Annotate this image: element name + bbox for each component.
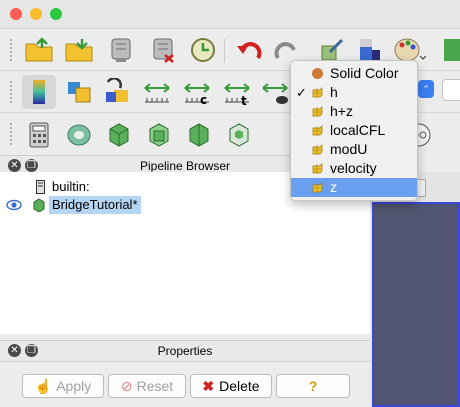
cell-data-icon bbox=[312, 182, 323, 193]
cell-data-icon bbox=[312, 106, 323, 117]
delete-label: Delete bbox=[219, 378, 260, 394]
menu-item-h[interactable]: ✓ h bbox=[291, 83, 417, 102]
menu-item-modu[interactable]: modU bbox=[291, 140, 417, 159]
cell-data-icon bbox=[312, 125, 323, 136]
menu-item-label: Solid Color bbox=[330, 65, 399, 81]
apply-label: Apply bbox=[56, 378, 92, 394]
save-data-icon[interactable] bbox=[62, 33, 96, 67]
reset-session-icon[interactable] bbox=[186, 33, 220, 67]
menu-item-h-plus-z[interactable]: h+z bbox=[291, 102, 417, 121]
menu-item-solid-color[interactable]: Solid Color bbox=[291, 64, 417, 83]
checkmark-icon: ✓ bbox=[296, 85, 307, 100]
render-viewport[interactable] bbox=[372, 202, 460, 407]
undo-icon[interactable] bbox=[232, 33, 266, 67]
coloring-dropdown-menu: Solid Color ✓ h h+z localCFL modU veloci… bbox=[290, 60, 418, 201]
green-action-icon[interactable] bbox=[432, 33, 460, 67]
menu-item-label: z bbox=[330, 179, 337, 195]
close-panel-icon[interactable]: ✕ bbox=[8, 159, 21, 172]
disconnect-icon[interactable] bbox=[146, 33, 180, 67]
representation-combo[interactable] bbox=[442, 79, 460, 101]
apply-hand-icon: ☝ bbox=[34, 378, 53, 394]
delete-button[interactable]: ✖ Delete bbox=[190, 374, 272, 398]
rescale-visible-range-icon[interactable] bbox=[258, 75, 292, 109]
window-titlebar bbox=[0, 0, 460, 28]
float-panel-icon[interactable]: ❐ bbox=[25, 344, 38, 357]
delete-x-icon: ✖ bbox=[202, 378, 215, 394]
menu-item-label: h+z bbox=[330, 103, 353, 119]
calculator-icon[interactable] bbox=[22, 118, 56, 152]
slice-icon[interactable] bbox=[142, 118, 176, 152]
toolbar-grip[interactable] bbox=[10, 39, 14, 61]
close-panel-icon[interactable]: ✕ bbox=[8, 344, 21, 357]
menu-item-label: localCFL bbox=[330, 122, 386, 138]
rescale-temporal-range-icon[interactable]: t bbox=[220, 75, 254, 109]
toggle-color-legend-icon[interactable] bbox=[22, 75, 56, 109]
menu-item-label: velocity bbox=[330, 160, 377, 176]
minimize-window-button[interactable] bbox=[30, 8, 42, 20]
reset-label: Reset bbox=[136, 378, 174, 394]
svg-text:c: c bbox=[200, 93, 207, 106]
menu-item-label: h bbox=[330, 84, 338, 100]
connect-icon[interactable] bbox=[104, 33, 138, 67]
pipeline-item-label: builtin: bbox=[52, 179, 90, 194]
choose-preset-icon[interactable] bbox=[100, 75, 134, 109]
zoom-window-button[interactable] bbox=[50, 8, 62, 20]
threshold-icon[interactable] bbox=[182, 118, 216, 152]
toolbar-grip[interactable] bbox=[10, 123, 14, 145]
reset-no-entry-icon: ⊘ bbox=[120, 378, 133, 394]
close-window-button[interactable] bbox=[10, 8, 22, 20]
visibility-eye-icon[interactable] bbox=[6, 198, 22, 215]
server-icon bbox=[36, 180, 45, 194]
properties-title: Properties bbox=[157, 344, 213, 358]
toolbar-separator bbox=[224, 39, 225, 63]
source-cube-icon bbox=[33, 198, 45, 212]
render-view-area bbox=[370, 172, 460, 407]
svg-text:t: t bbox=[241, 94, 247, 106]
properties-panel: ☝ Apply ⊘ Reset ✖ Delete ? bbox=[0, 362, 370, 407]
edit-color-map-icon[interactable] bbox=[62, 75, 96, 109]
rescale-data-range-icon[interactable] bbox=[140, 75, 174, 109]
solid-color-dot-icon bbox=[312, 68, 323, 79]
toolbar-grip[interactable] bbox=[10, 81, 14, 103]
help-label: ? bbox=[308, 378, 318, 394]
menu-item-localcfl[interactable]: localCFL bbox=[291, 121, 417, 140]
extract-subset-icon[interactable] bbox=[222, 118, 256, 152]
menu-item-z[interactable]: z bbox=[291, 178, 417, 197]
apply-button[interactable]: ☝ Apply bbox=[22, 374, 104, 398]
help-button[interactable]: ? bbox=[276, 374, 350, 398]
combo-chevron-icon[interactable]: ⌃ bbox=[418, 80, 434, 98]
cell-data-icon bbox=[312, 87, 323, 98]
menu-item-velocity[interactable]: velocity bbox=[291, 159, 417, 178]
pipeline-browser-title: Pipeline Browser bbox=[139, 159, 231, 173]
float-panel-icon[interactable]: ❐ bbox=[25, 159, 38, 172]
cell-data-icon bbox=[312, 144, 323, 155]
reset-button[interactable]: ⊘ Reset bbox=[108, 374, 186, 398]
cell-data-icon bbox=[312, 163, 323, 174]
pipeline-item-label: BridgeTutorial* bbox=[49, 196, 141, 214]
rescale-custom-range-icon[interactable]: c bbox=[180, 75, 214, 109]
menu-item-label: modU bbox=[330, 141, 368, 157]
open-folder-icon[interactable] bbox=[22, 33, 56, 67]
properties-header: ✕ ❐ Properties bbox=[0, 340, 370, 362]
clip-icon[interactable] bbox=[102, 118, 136, 152]
contour-icon[interactable] bbox=[62, 118, 96, 152]
